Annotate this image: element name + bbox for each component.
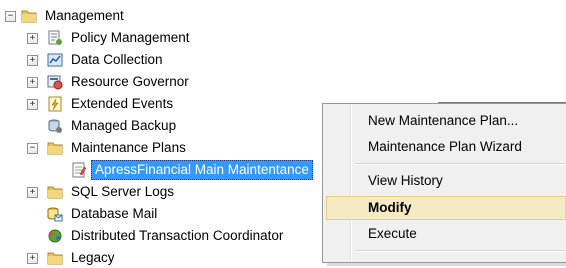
managed-backup-icon [48, 119, 62, 133]
folder-icon [21, 10, 37, 23]
menu-item-maintenance-plan-wizard[interactable]: Maintenance Plan Wizard [326, 135, 566, 159]
expand-toggle-icon[interactable]: + [27, 253, 38, 264]
expand-toggle-icon[interactable]: + [27, 77, 38, 88]
menu-separator [355, 250, 565, 252]
tree-node-label: Distributed Transaction Coordinator [71, 228, 284, 243]
database-mail-icon [47, 207, 63, 222]
tree-node-label: SQL Server Logs [71, 184, 175, 199]
tree-node-label: Policy Management [71, 30, 190, 45]
tree-node-label: Database Mail [71, 206, 158, 221]
menu-item-label: View History [368, 173, 443, 188]
expand-toggle-icon[interactable]: + [27, 55, 38, 66]
dtc-icon [48, 229, 62, 243]
menu-item-modify[interactable]: Modify [326, 196, 566, 220]
tree-node-label-selected: ApressFinancial Main Maintentance [91, 160, 313, 180]
tree-node-label: Extended Events [71, 96, 174, 111]
menu-item-label: Execute [368, 226, 417, 241]
policy-icon [48, 30, 62, 45]
expand-toggle-icon[interactable]: + [27, 187, 38, 198]
menu-item-label: Maintenance Plan Wizard [368, 139, 522, 154]
menu-item-label: Modify [368, 200, 412, 215]
folder-icon [47, 186, 63, 199]
data-collection-icon [47, 53, 63, 67]
tree-node-label: Resource Governor [71, 74, 189, 89]
menu-item-label: New Maintenance Plan... [368, 113, 519, 128]
extended-events-icon [48, 96, 62, 112]
folder-icon [47, 252, 63, 265]
resource-governor-icon [47, 75, 63, 90]
expand-toggle-icon[interactable]: + [27, 33, 38, 44]
tree-node-label: Managed Backup [71, 118, 177, 133]
expand-toggle-icon[interactable]: + [27, 99, 38, 110]
tree-node-label: Management [45, 8, 124, 23]
folder-icon [47, 142, 63, 155]
tree-node-label: Maintenance Plans [71, 140, 186, 155]
menu-item-execute[interactable]: Execute [326, 222, 566, 246]
context-menu: New Maintenance Plan... Maintenance Plan… [322, 103, 566, 263]
menu-separator [355, 163, 565, 165]
maintenance-plan-icon [72, 162, 87, 178]
tree-node-label: Legacy [71, 250, 115, 265]
menu-item-new-maintenance-plan[interactable]: New Maintenance Plan... [326, 109, 566, 133]
collapse-toggle-icon[interactable]: − [27, 143, 38, 154]
tree-node-label: Data Collection [71, 52, 163, 67]
menu-item-view-history[interactable]: View History [326, 169, 566, 193]
collapse-toggle-icon[interactable]: − [5, 11, 16, 22]
